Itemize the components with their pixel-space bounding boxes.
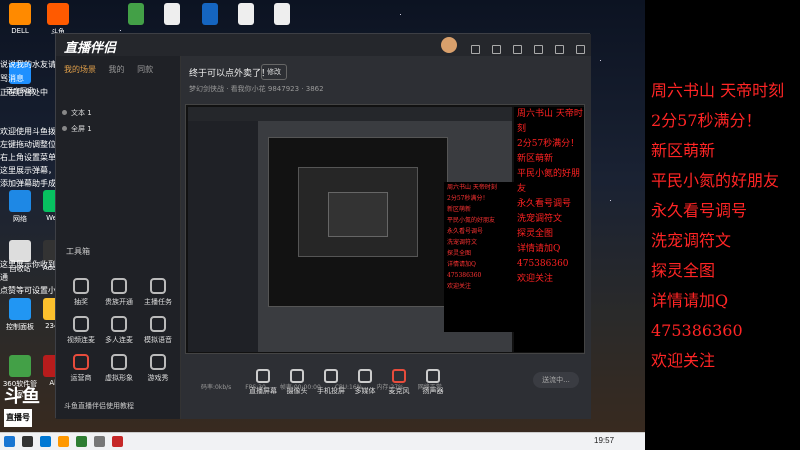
media-icon: [358, 369, 372, 383]
camera-icon: [290, 369, 304, 383]
tool-multi-link[interactable]: 多人连麦: [99, 316, 139, 345]
tool-game-show[interactable]: 游戏秀: [138, 354, 178, 383]
minimize-icon[interactable]: [533, 45, 543, 54]
tool-noble[interactable]: 贵族开通: [99, 278, 139, 307]
mail-icon[interactable]: [470, 45, 480, 54]
desktop-icon[interactable]: [190, 3, 230, 27]
scene-panel: 我的场景 我的 同款 文本 1 全屏 1 工具箱 抽奖 贵族开通 主播任务 视频…: [56, 56, 181, 419]
desktop: DELL 斗鱼 百度网盘 网络 WeC 回收站 Adobe 控制面板 2345 …: [0, 0, 645, 450]
settings-icon[interactable]: [512, 45, 522, 54]
desktop-icon[interactable]: [226, 3, 266, 27]
chat-overlay-top: 说说我的水友请骂消息 正在后台处中: [0, 58, 58, 100]
star: [400, 14, 401, 15]
desktop-icon-douyu[interactable]: 斗鱼: [38, 3, 78, 37]
folder-icon[interactable]: [58, 436, 69, 447]
users-icon: [111, 316, 127, 332]
close-icon[interactable]: [576, 45, 585, 54]
video-icon: [73, 316, 89, 332]
overlay-line: 周六书山 天帝时刻: [651, 81, 785, 100]
chat-line: 说说我的水友请骂消息: [0, 60, 56, 83]
voice-icon: [150, 316, 166, 332]
desktop-icon[interactable]: [116, 3, 156, 27]
tutorial-link[interactable]: 斗鱼直播伴侣使用教程: [64, 401, 134, 411]
overlay-line: 洗宠调符文: [651, 231, 732, 250]
status-bar: 码率:0kb/s FPS:30 帧率:00:00:00 CPU:16% 内存:27% 网络…: [201, 384, 442, 391]
live-companion-window: 直播伴侣 我的场景 我的 同款 文本 1 全屏 1 工具箱 抽奖 贵族开通 主播: [55, 33, 591, 419]
star: [120, 30, 121, 31]
tool-voice[interactable]: 模拟语音: [138, 316, 178, 345]
start-icon[interactable]: [4, 436, 15, 447]
overlay-text-block: 周六书山 天帝时刻 2分57秒满分！ 新区萌新 平民小氮的好朋友 永久看号调号 …: [645, 76, 784, 376]
overlay-line: 永久看号调号: [651, 201, 748, 220]
overlay-line: 2分57秒满分！: [651, 111, 762, 130]
task-icon: [150, 278, 166, 294]
star: [600, 60, 601, 61]
toolbox-title: 工具箱: [66, 247, 90, 256]
tab-same[interactable]: 同款: [137, 65, 153, 74]
overlay-line: 平民小氮的好朋友: [651, 171, 780, 190]
desktop-icon[interactable]: [78, 3, 118, 27]
tool-task[interactable]: 主播任务: [138, 278, 178, 307]
app-logo: 直播伴侣: [64, 41, 117, 56]
overlay-line: 欢迎关注: [651, 351, 716, 370]
monitor-icon: [256, 369, 270, 383]
app-icon[interactable]: [94, 436, 105, 447]
preview-overlay-text: 周六书山 天帝时刻 2分57秒满分！ 新区萌新 平民小氮的好朋友 永久看号调号 …: [514, 107, 584, 352]
tab-my-scene[interactable]: 我的场景: [64, 65, 96, 74]
room-info: 梦幻剑侠战 · 看我你小花 9847923 · 3862: [189, 85, 324, 93]
maximize-icon[interactable]: [554, 45, 564, 54]
app-icon[interactable]: [76, 436, 87, 447]
overlay-line: 详情请加Q: [651, 291, 729, 310]
nested-overlay-text: 周六书山 天帝时刻 2分57秒满分！ 新区萌新 平民小氮的好朋友 永久看号调号 …: [444, 182, 514, 332]
right-overlay-panel: 周六书山 天帝时刻 2分57秒满分！ 新区萌新 平民小氮的好朋友 永久看号调号 …: [645, 0, 800, 450]
microphone-icon: [392, 369, 406, 383]
search-icon[interactable]: [22, 436, 33, 447]
star: [610, 200, 611, 201]
tab-mine[interactable]: 我的: [109, 65, 125, 74]
title-bar[interactable]: 直播伴侣: [56, 34, 591, 56]
layer-item[interactable]: 全屏 1: [62, 124, 174, 138]
preview-nested-window: 周六书山 天帝时刻 2分57秒满分！ 新区萌新 平民小氮的好朋友 永久看号调号 …: [188, 107, 514, 352]
overlay-line: 探灵全图: [651, 261, 716, 280]
avatar[interactable]: [441, 37, 457, 53]
eye-icon[interactable]: [62, 110, 67, 115]
gift-icon[interactable]: [491, 45, 501, 54]
start-stream-button[interactable]: 送流中...: [533, 372, 579, 388]
chat-line: 正在后台处中: [0, 88, 48, 97]
scene-title: 终于可以点外卖了！: [189, 69, 271, 79]
lottery-icon: [73, 278, 89, 294]
tool-operator[interactable]: 运营商: [61, 354, 101, 383]
eye-icon[interactable]: [62, 126, 67, 131]
crown-icon: [111, 278, 127, 294]
desktop-icon-dell[interactable]: DELL: [0, 3, 40, 35]
desktop-icon[interactable]: [262, 3, 302, 27]
clock: 19:57: [594, 436, 615, 445]
app-icon[interactable]: [112, 436, 123, 447]
edit-button[interactable]: 修改: [261, 64, 287, 80]
edge-icon[interactable]: [40, 436, 51, 447]
tool-avatar[interactable]: 虚拟形象: [99, 354, 139, 383]
overlay-line: 475386360: [651, 321, 743, 340]
tool-lottery[interactable]: 抽奖: [61, 278, 101, 307]
avatar-icon: [111, 354, 127, 370]
operator-icon: [73, 354, 89, 370]
tool-video-link[interactable]: 视频连麦: [61, 316, 101, 345]
main-area: 终于可以点外卖了！ 修改 梦幻剑侠战 · 看我你小花 9847923 · 386…: [181, 56, 591, 419]
speaker-icon: [426, 369, 440, 383]
stream-preview[interactable]: 周六书山 天帝时刻 2分57秒满分！ 新区萌新 平民小氮的好朋友 永久看号调号 …: [185, 104, 585, 354]
scene-tabs: 我的场景 我的 同款: [64, 64, 163, 75]
desktop-icon[interactable]: [152, 3, 192, 27]
phone-icon: [324, 369, 338, 383]
taskbar: 19:57: [0, 432, 645, 450]
layer-item[interactable]: 文本 1: [62, 108, 174, 122]
game-icon: [150, 354, 166, 370]
overlay-line: 新区萌新: [651, 141, 716, 160]
